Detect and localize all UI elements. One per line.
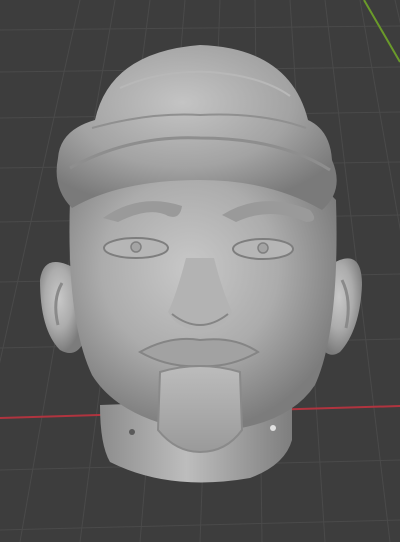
sculpted-head-model[interactable] <box>40 45 362 483</box>
right-pupil <box>257 242 269 254</box>
chin-beard <box>156 365 244 454</box>
neck-stud-right <box>270 425 276 431</box>
3d-viewport[interactable] <box>0 0 400 542</box>
left-pupil <box>130 241 142 253</box>
neck-stud-left <box>129 429 135 435</box>
viewport-canvas[interactable] <box>0 0 400 542</box>
